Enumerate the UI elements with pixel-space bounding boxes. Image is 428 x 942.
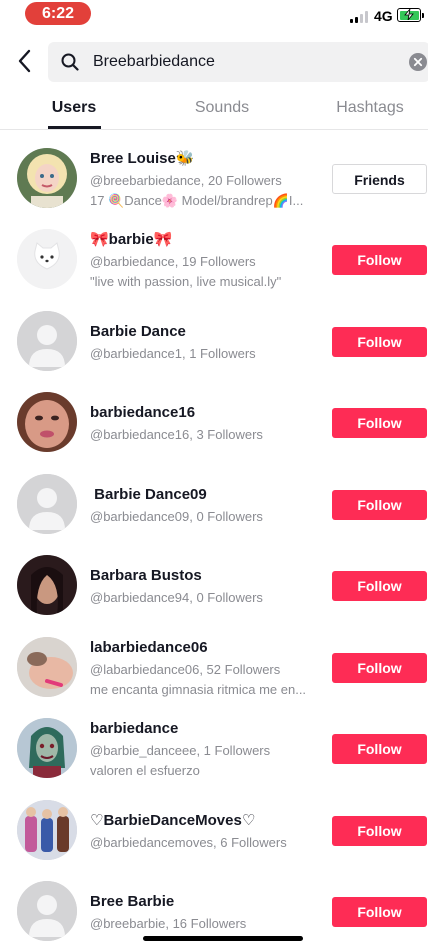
follow-button[interactable]: Follow	[332, 897, 427, 927]
user-bio: valoren el esfuerzo	[90, 763, 200, 778]
tab-sounds[interactable]: Sounds	[182, 90, 262, 128]
user-handle-followers: @barbiedance16, 3 Followers	[90, 427, 263, 442]
cellular-signal-icon	[350, 11, 370, 23]
user-handle-followers: @barbiedancemoves, 6 Followers	[90, 835, 287, 850]
avatar[interactable]	[17, 637, 77, 697]
avatar[interactable]	[17, 555, 77, 615]
network-type: 4G	[374, 8, 393, 24]
user-row[interactable]: labarbiedance06 @labarbiedance06, 52 Fol…	[0, 626, 428, 707]
user-display-name: ♡BarbieDanceMoves♡	[90, 812, 256, 829]
avatar[interactable]	[17, 229, 77, 289]
user-row[interactable]: Bree Louise🐝 @breebarbiedance, 20 Follow…	[0, 137, 428, 218]
user-row[interactable]: Barbie Dance09 @barbiedance09, 0 Followe…	[0, 463, 428, 544]
tab-users[interactable]: Users	[34, 90, 114, 128]
follow-button[interactable]: Follow	[332, 571, 427, 601]
tab-hashtags[interactable]: Hashtags	[328, 90, 412, 128]
follow-button[interactable]: Follow	[332, 245, 427, 275]
user-display-name: labarbiedance06	[90, 639, 208, 656]
user-row[interactable]: barbiedance @barbie_danceee, 1 Followers…	[0, 707, 428, 788]
user-display-name: 🎀barbie🎀	[90, 231, 173, 248]
follow-button[interactable]: Follow	[332, 653, 427, 683]
chevron-left-icon	[18, 49, 31, 73]
user-display-name: Bree Barbie	[90, 893, 175, 910]
user-row[interactable]: 🎀barbie🎀 @barbiedance, 19 Followers "liv…	[0, 218, 428, 299]
user-display-name: Bree Louise🐝	[90, 150, 195, 167]
user-display-name: Barbie Dance09	[90, 486, 207, 503]
user-bio: me encanta gimnasia ritmica me en...	[90, 682, 307, 697]
user-row[interactable]: Bree Barbie @breebarbie, 16 Followers Fo…	[0, 870, 428, 942]
follow-button[interactable]: Follow	[332, 734, 427, 764]
search-icon	[61, 53, 79, 71]
status-time[interactable]: 6:22	[25, 2, 91, 25]
avatar[interactable]	[17, 148, 77, 208]
status-bar: 6:22 4G	[0, 0, 428, 36]
user-handle-followers: @breebarbie, 16 Followers	[90, 916, 247, 931]
user-handle-followers: @barbiedance1, 1 Followers	[90, 346, 256, 361]
follow-button[interactable]: Follow	[332, 490, 427, 520]
user-row[interactable]: barbiedance16 @barbiedance16, 3 Follower…	[0, 381, 428, 462]
user-handle-followers: @barbie_danceee, 1 Followers	[90, 743, 271, 758]
avatar[interactable]	[17, 718, 77, 778]
user-row[interactable]: ♡BarbieDanceMoves♡ @barbiedancemoves, 6 …	[0, 789, 428, 870]
search-header: Breebarbiedance	[0, 40, 428, 84]
user-bio: "live with passion, live musical.ly"	[90, 274, 282, 289]
default-avatar-icon[interactable]	[17, 474, 77, 534]
user-display-name: barbiedance16	[90, 404, 196, 421]
search-input[interactable]: Breebarbiedance	[93, 42, 215, 82]
user-row[interactable]: Barbara Bustos @barbiedance94, 0 Followe…	[0, 544, 428, 625]
user-handle-followers: @barbiedance09, 0 Followers	[90, 509, 263, 524]
user-handle-followers: @barbiedance94, 0 Followers	[90, 590, 263, 605]
avatar[interactable]	[17, 392, 77, 452]
default-avatar-icon[interactable]	[17, 881, 77, 941]
search-field[interactable]: Breebarbiedance	[48, 42, 428, 82]
clear-search-icon[interactable]	[409, 53, 427, 71]
user-display-name: Barbie Dance	[90, 323, 186, 340]
default-avatar-icon[interactable]	[17, 311, 77, 371]
battery-icon	[397, 8, 424, 22]
user-handle-followers: @breebarbiedance, 20 Followers	[90, 173, 282, 188]
follow-button[interactable]: Follow	[332, 408, 427, 438]
user-bio: 17 🍭Dance🌸 Model/brandrep🌈I...	[90, 193, 304, 208]
avatar[interactable]	[17, 800, 77, 860]
user-handle-followers: @labarbiedance06, 52 Followers	[90, 662, 281, 677]
search-tabs: Users Sounds Hashtags	[0, 90, 428, 130]
follow-button[interactable]: Follow	[332, 327, 427, 357]
user-row[interactable]: Barbie Dance @barbiedance1, 1 Followers …	[0, 300, 428, 381]
follow-button[interactable]: Follow	[332, 816, 427, 846]
user-display-name: Barbara Bustos	[90, 567, 202, 584]
active-tab-indicator	[48, 126, 101, 129]
user-display-name: barbiedance	[90, 720, 179, 737]
friends-button[interactable]: Friends	[332, 164, 427, 194]
back-button[interactable]	[14, 48, 36, 74]
home-indicator[interactable]	[143, 936, 303, 941]
user-handle-followers: @barbiedance, 19 Followers	[90, 254, 256, 269]
